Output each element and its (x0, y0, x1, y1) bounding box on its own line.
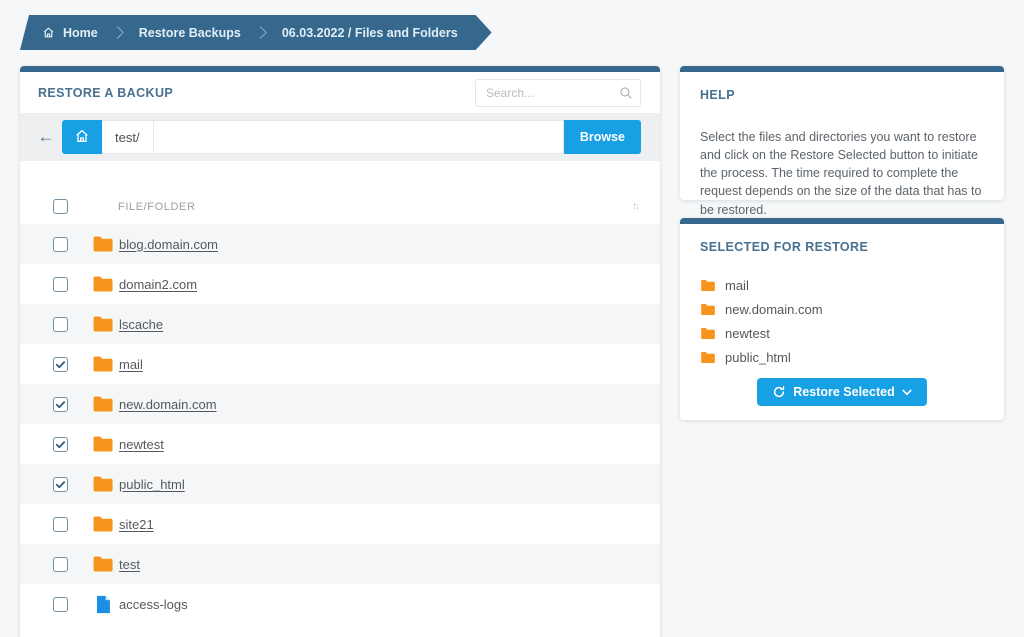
breadcrumb-item[interactable]: Home (42, 26, 98, 40)
table-row: blog.domain.com (20, 224, 660, 264)
search-input[interactable] (475, 79, 641, 107)
restore-button-wrap: Restore Selected (680, 378, 1004, 406)
file-folder-link[interactable]: mail (119, 357, 143, 372)
row-checkbox[interactable] (53, 237, 68, 252)
breadcrumb-item[interactable]: 06.03.2022 / Files and Folders (241, 26, 458, 40)
check-icon (55, 479, 66, 490)
check-icon (55, 439, 66, 450)
row-checkbox[interactable] (53, 597, 68, 612)
selected-item: new.domain.com (680, 302, 1004, 317)
home-button[interactable] (62, 120, 102, 154)
table-header-row: FILE/FOLDER ↑↓ (20, 161, 660, 224)
file-folder-link[interactable]: test (119, 557, 140, 572)
selected-for-restore-panel: SELECTED FOR RESTORE mail new.domain.com (680, 218, 1004, 420)
page-title: RESTORE A BACKUP (38, 86, 173, 100)
restore-icon (772, 385, 786, 399)
selected-item: mail (680, 278, 1004, 293)
panel-header: RESTORE A BACKUP (20, 72, 660, 113)
breadcrumb-label: Home (63, 26, 98, 40)
selected-item: newtest (680, 326, 1004, 341)
file-folder-link[interactable]: newtest (119, 437, 164, 452)
sort-icon[interactable]: ↑↓ (632, 201, 638, 212)
folder-icon (92, 435, 114, 453)
table-row: mail (20, 344, 660, 384)
selected-item: public_html (680, 350, 1004, 365)
folder-icon (700, 303, 716, 316)
file-folder-link[interactable]: blog.domain.com (119, 237, 218, 252)
row-checkbox[interactable] (53, 397, 68, 412)
table-row: test (20, 544, 660, 584)
selected-list: mail new.domain.com newtest public_htm (680, 278, 1004, 365)
folder-icon (700, 279, 716, 292)
breadcrumb-item[interactable]: Restore Backups (98, 26, 241, 40)
row-checkbox[interactable] (53, 517, 68, 532)
selected-item-label: public_html (725, 350, 791, 365)
folder-icon (92, 355, 114, 373)
path-prefix: test/ (102, 121, 154, 153)
selected-item-label: newtest (725, 326, 770, 341)
file-folder-link[interactable]: new.domain.com (119, 397, 217, 412)
help-title: HELP (680, 72, 1004, 102)
folder-icon (92, 555, 114, 573)
folder-icon (92, 395, 114, 413)
breadcrumb-label: Restore Backups (139, 26, 241, 40)
column-header-file-folder: FILE/FOLDER (118, 201, 196, 213)
folder-icon (700, 351, 716, 364)
folder-icon (92, 275, 114, 293)
folder-icon (92, 315, 114, 333)
file-folder-link[interactable]: site21 (119, 517, 154, 532)
table-row: new.domain.com (20, 384, 660, 424)
folder-icon (92, 235, 114, 253)
path-input[interactable] (154, 121, 563, 153)
table-row: domain2.com (20, 264, 660, 304)
file-folder-link[interactable]: access-logs (119, 597, 188, 612)
table-row: access-logs (20, 584, 660, 624)
table-row: newtest (20, 424, 660, 464)
search-icon (619, 86, 633, 100)
table-row: site21 (20, 504, 660, 544)
page: Home Restore Backups 06.03.2022 / Files … (0, 0, 1024, 637)
row-checkbox[interactable] (53, 477, 68, 492)
selected-item-label: new.domain.com (725, 302, 823, 317)
browse-button[interactable]: Browse (564, 120, 641, 154)
chevron-down-icon (902, 389, 912, 396)
help-text: Select the files and directories you wan… (680, 128, 1004, 219)
row-checkbox[interactable] (53, 437, 68, 452)
check-icon (55, 359, 66, 370)
selected-item-label: mail (725, 278, 749, 293)
folder-icon (700, 327, 716, 340)
folder-icon (92, 475, 114, 493)
file-folder-link[interactable]: public_html (119, 477, 185, 492)
breadcrumb: Home Restore Backups 06.03.2022 / Files … (20, 15, 492, 50)
search-box (475, 79, 641, 107)
table-row: lscache (20, 304, 660, 344)
restore-selected-label: Restore Selected (793, 385, 894, 399)
file-icon (92, 595, 114, 614)
row-checkbox[interactable] (53, 357, 68, 372)
path-field-wrap: test/ (102, 120, 564, 154)
home-icon (42, 26, 55, 39)
row-checkbox[interactable] (53, 277, 68, 292)
home-icon (74, 128, 90, 147)
path-input-group: test/ Browse (62, 120, 641, 154)
file-table: blog.domain.com domain2.com (20, 224, 660, 624)
breadcrumb-label: 06.03.2022 / Files and Folders (282, 26, 458, 40)
table-row: public_html (20, 464, 660, 504)
help-panel: HELP Select the files and directories yo… (680, 66, 1004, 200)
file-folder-link[interactable]: lscache (119, 317, 163, 332)
row-checkbox[interactable] (53, 557, 68, 572)
selected-title: SELECTED FOR RESTORE (680, 224, 1004, 254)
restore-backup-panel: RESTORE A BACKUP ← test/ (20, 66, 660, 637)
folder-icon (92, 515, 114, 533)
path-toolbar: ← test/ Browse (20, 113, 660, 161)
check-icon (55, 399, 66, 410)
row-checkbox[interactable] (53, 317, 68, 332)
back-button[interactable]: ← (30, 127, 62, 147)
file-folder-link[interactable]: domain2.com (119, 277, 197, 292)
restore-selected-button[interactable]: Restore Selected (757, 378, 926, 406)
select-all-checkbox[interactable] (53, 199, 68, 214)
